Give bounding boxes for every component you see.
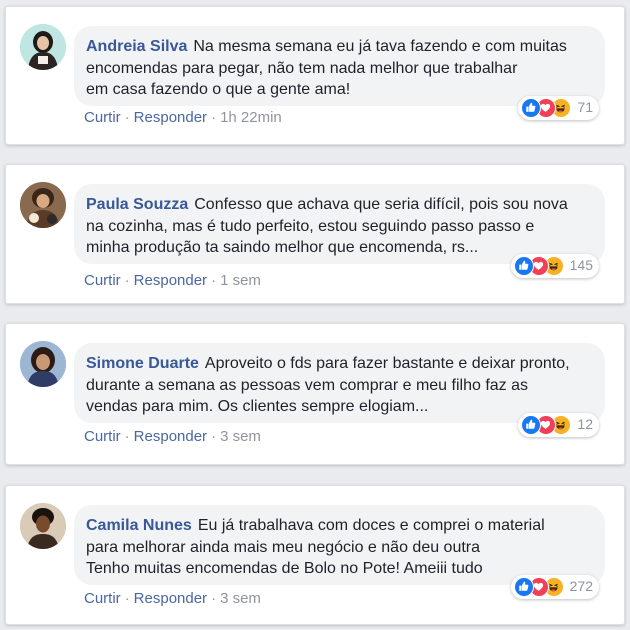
comment-bubble: Paula Souzza Confesso que achava que seri… — [74, 184, 605, 278]
separator: · — [211, 109, 217, 126]
reply-link[interactable]: Responder — [134, 109, 207, 126]
like-link[interactable]: Curtir — [84, 272, 121, 289]
like-icon — [521, 98, 542, 118]
like-icon — [521, 415, 542, 435]
separator: · — [211, 428, 217, 445]
comment-text-line: para melhorar ainda mais meu negócio e n… — [86, 538, 481, 556]
comment-timestamp[interactable]: 1 sem — [220, 272, 261, 289]
separator: · — [124, 272, 130, 289]
reaction-count: 145 — [569, 257, 593, 274]
reply-link[interactable]: Responder — [134, 272, 207, 289]
like-link[interactable]: Curtir — [84, 109, 121, 126]
comment-timestamp[interactable]: 3 sem — [220, 428, 261, 445]
author-name[interactable]: Simone Duarte — [86, 355, 199, 372]
author-name[interactable]: Andreia Silva — [86, 38, 187, 55]
reaction-count: 12 — [577, 416, 593, 433]
comment-actions: Curtir · Responder · 3 sem — [84, 428, 261, 445]
comment-timestamp[interactable]: 3 sem — [220, 590, 261, 607]
comment-bubble: Simone Duarte Aproveito o fds para fazer … — [74, 343, 605, 437]
comment-text-line: encomendas para pegar, não tem nada melh… — [86, 59, 518, 77]
reply-link[interactable]: Responder — [134, 428, 207, 445]
comment-text-line: Confesso que achava que seria difícil, p… — [194, 196, 568, 213]
avatar[interactable] — [20, 182, 66, 228]
comment-text-line: Aproveito o fds para fazer bastante e de… — [204, 355, 570, 372]
reaction-count: 71 — [577, 99, 593, 116]
reply-link[interactable]: Responder — [134, 590, 207, 607]
comment-text-line: Tenho muitas encomendas de Bolo no Pote!… — [86, 560, 483, 577]
comment-text-line: na cozinha, mas é tudo perfeito, estou s… — [86, 217, 535, 235]
separator: · — [211, 590, 217, 607]
separator: · — [124, 590, 130, 607]
separator: · — [211, 272, 217, 289]
reaction-summary[interactable]: 12 — [518, 413, 599, 437]
reaction-count: 272 — [569, 578, 593, 595]
comment-timestamp[interactable]: 1h 22min — [220, 109, 282, 126]
like-icon — [513, 577, 534, 597]
like-link[interactable]: Curtir — [84, 590, 121, 607]
reaction-summary[interactable]: 272 — [510, 575, 599, 599]
like-link[interactable]: Curtir — [84, 428, 121, 445]
comment-actions: Curtir · Responder · 1 sem — [84, 272, 261, 289]
author-name[interactable]: Camila Nunes — [86, 517, 192, 534]
comment-card: Paula Souzza Confesso que achava que seri… — [5, 164, 625, 304]
comment-text-line: em casa fazendo o que a gente ama! — [86, 81, 351, 98]
author-name[interactable]: Paula Souzza — [86, 196, 188, 213]
comment-card: Camila Nunes Eu já trabalhava com doces e… — [5, 485, 625, 625]
comment-bubble: Camila Nunes Eu já trabalhava com doces e… — [74, 505, 605, 599]
reaction-summary[interactable]: 145 — [510, 254, 599, 278]
comment-text-line: durante a semana as pessoas vem comprar … — [86, 376, 528, 394]
comment-card: Simone Duarte Aproveito o fds para fazer … — [5, 323, 625, 465]
avatar[interactable] — [20, 24, 66, 70]
comment-text-line: Eu já trabalhava com doces e comprei o m… — [197, 517, 545, 534]
comment-card: Andreia Silva Na mesma semana eu já tava … — [5, 6, 625, 145]
comment-bubble: Andreia Silva Na mesma semana eu já tava … — [74, 26, 605, 120]
avatar[interactable] — [20, 341, 66, 387]
like-icon — [513, 256, 534, 276]
comment-text-line: minha produção ta saindo melhor que enco… — [86, 239, 479, 256]
comment-actions: Curtir · Responder · 3 sem — [84, 590, 261, 607]
separator: · — [124, 109, 130, 126]
reaction-summary[interactable]: 71 — [518, 96, 599, 120]
comment-text-line: vendas para mim. Os clientes sempre elog… — [86, 398, 429, 415]
comment-text-line: Na mesma semana eu já tava fazendo e com… — [193, 38, 567, 55]
separator: · — [124, 428, 130, 445]
avatar[interactable] — [20, 503, 66, 549]
comment-actions: Curtir · Responder · 1h 22min — [84, 109, 282, 126]
